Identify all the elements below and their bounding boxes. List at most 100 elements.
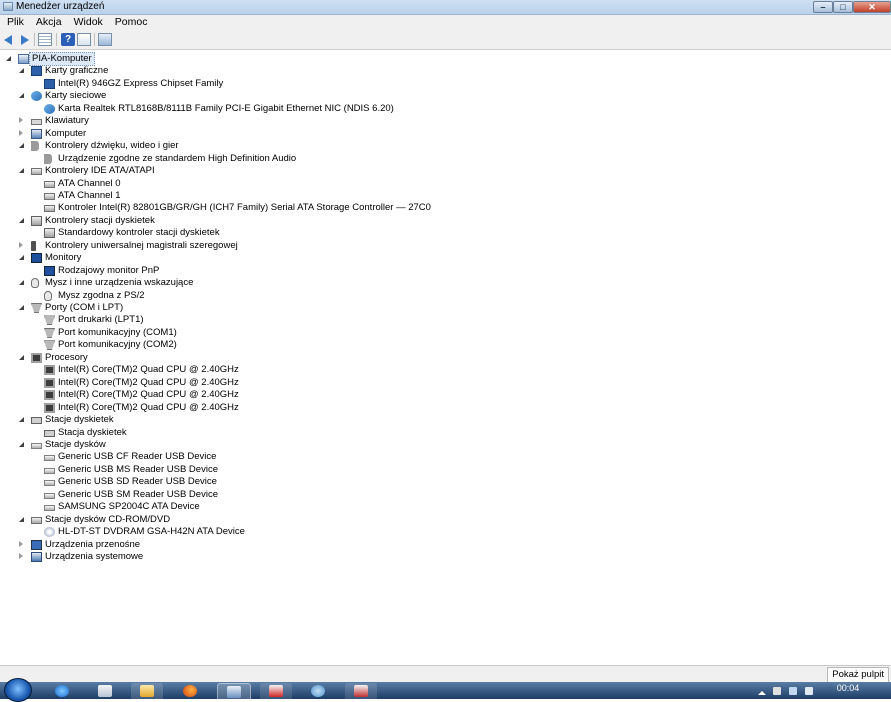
- properties-icon[interactable]: [77, 33, 91, 46]
- help-icon[interactable]: ?: [61, 33, 75, 46]
- collapsed-chevron-icon[interactable]: [19, 540, 23, 547]
- network-tray-icon[interactable]: [773, 687, 781, 695]
- scan-hardware-icon[interactable]: [98, 33, 112, 46]
- device-manager-icon[interactable]: [217, 683, 251, 701]
- menu-widok[interactable]: Widok: [67, 15, 108, 30]
- app-icon[interactable]: [345, 683, 377, 699]
- tree-item-frequency: @ 2.40GHz: [189, 376, 239, 388]
- expanded-chevron-icon[interactable]: [19, 93, 24, 99]
- tree-item-label: Kontrolery stacji dyskietek: [45, 214, 155, 226]
- collapsed-chevron-icon[interactable]: [19, 129, 23, 136]
- show-hide-console-tree-icon[interactable]: [38, 33, 52, 46]
- maximize-button[interactable]: □: [833, 1, 853, 13]
- show-hidden-icons-icon[interactable]: [758, 687, 766, 695]
- expanded-chevron-icon[interactable]: [19, 354, 24, 360]
- tree-item-label: Generic USB CF Reader USB Device: [58, 451, 217, 463]
- expanded-chevron-icon[interactable]: [19, 217, 24, 223]
- tree-item-label: Standardowy kontroler stacji dyskietek: [58, 227, 220, 239]
- tree-item-label: Komputer: [45, 127, 87, 139]
- ide-controller-icon: [44, 180, 55, 188]
- expanded-chevron-icon[interactable]: [19, 305, 24, 310]
- network-adapter-icon: [31, 91, 42, 102]
- processor-icon: [44, 390, 55, 401]
- floppy-controller-icon: [44, 228, 55, 239]
- menu-akcja[interactable]: Akcja: [29, 15, 67, 30]
- minimize-button[interactable]: –: [813, 1, 833, 13]
- paint-icon[interactable]: [260, 683, 292, 699]
- tree-item-label: Port drukarki (LPT1): [58, 314, 144, 326]
- port-icon: [31, 303, 42, 313]
- processor-icon: [44, 402, 55, 413]
- clock-time: 00:04: [836, 683, 860, 693]
- computer-icon: [31, 128, 42, 139]
- collapsed-chevron-icon[interactable]: [19, 553, 23, 559]
- show-desktop-button[interactable]: Pokaż pulpit: [827, 667, 889, 683]
- display-adapter-icon: [44, 78, 55, 89]
- tree-item-label: Intel(R) Core(TM)2 Quad CPU: [58, 364, 187, 376]
- tree-item-label: Kontrolery uniwersalnej magistrali szere…: [45, 239, 238, 251]
- network-adapter-icon: [44, 103, 55, 114]
- floppy-drive-icon: [31, 417, 42, 425]
- menu-plik[interactable]: Plik: [0, 15, 29, 30]
- tree-item-label: SAMSUNG SP2004C ATA Device: [58, 501, 200, 513]
- forward-arrow-icon[interactable]: [18, 33, 32, 46]
- expanded-chevron-icon[interactable]: [6, 56, 11, 61]
- expanded-chevron-icon[interactable]: [19, 255, 24, 261]
- volume-tray-icon[interactable]: [789, 687, 797, 695]
- control-panel-icon[interactable]: [302, 683, 334, 699]
- tree-item-label: Intel(R) Core(TM)2 Quad CPU: [58, 389, 187, 401]
- expanded-chevron-icon[interactable]: [19, 280, 24, 286]
- expanded-chevron-icon[interactable]: [19, 143, 24, 149]
- expanded-chevron-icon[interactable]: [19, 168, 24, 174]
- port-icon: [44, 340, 55, 351]
- portable-device-icon: [31, 539, 42, 550]
- tree-item-label: Mysz i inne urządzenia wskazujące: [45, 277, 194, 289]
- collapsed-chevron-icon[interactable]: [19, 241, 23, 248]
- collapsed-chevron-icon[interactable]: [19, 117, 23, 124]
- tree-item-label: Mysz zgodna z PS/2: [58, 289, 145, 301]
- cdrom-drive-icon: [31, 516, 42, 524]
- tree-item-label: Kontroler Intel(R) 82801GB/GR/GH (ICH7 F…: [58, 202, 431, 214]
- toolbar-separator: [56, 33, 57, 46]
- internet-explorer-icon[interactable]: [46, 683, 78, 699]
- tree-item-label: Klawiatury: [45, 115, 89, 127]
- menu-bar: Plik Akcja Widok Pomoc: [0, 15, 891, 30]
- tree-item-label: Generic USB SD Reader USB Device: [58, 476, 217, 488]
- disk-drive-icon: [44, 505, 55, 512]
- expanded-chevron-icon[interactable]: [19, 417, 24, 423]
- tree-item-label: Urządzenia systemowe: [45, 551, 144, 562]
- tree-item-label: Karty sieciowe: [45, 90, 107, 102]
- windows-explorer-icon[interactable]: [89, 683, 121, 699]
- close-button[interactable]: ✕: [853, 1, 891, 13]
- folder-icon[interactable]: [131, 683, 163, 699]
- monitor-icon: [44, 265, 55, 276]
- window-title: Menedżer urządzeń: [16, 1, 105, 12]
- clock[interactable]: 00:04: [826, 683, 870, 693]
- tree-item-label: Generic USB SM Reader USB Device: [58, 488, 218, 500]
- monitor-icon: [31, 253, 42, 264]
- tree-item-label: Stacje dyskietek: [45, 414, 114, 426]
- taskbar: 00:04: [0, 678, 891, 702]
- ide-controller-icon: [44, 205, 55, 213]
- disk-drive-icon: [44, 492, 55, 499]
- device-manager-icon: [3, 2, 13, 11]
- menu-pomoc[interactable]: Pomoc: [108, 15, 153, 30]
- firefox-icon[interactable]: [174, 683, 206, 699]
- tree-item-label: Stacja dyskietek: [58, 426, 127, 438]
- disk-drive-icon: [44, 480, 55, 487]
- action-center-tray-icon[interactable]: [805, 687, 813, 695]
- title-bar[interactable]: Menedżer urządzeń – □ ✕: [0, 0, 891, 15]
- start-orb-icon[interactable]: [4, 678, 32, 702]
- expanded-chevron-icon[interactable]: [19, 516, 24, 522]
- back-arrow-icon[interactable]: [3, 33, 17, 46]
- dvd-drive-icon: [44, 527, 55, 538]
- expanded-chevron-icon[interactable]: [19, 441, 24, 447]
- mouse-icon: [44, 290, 52, 301]
- processor-icon: [44, 377, 55, 388]
- tree-item-label: Stacje dysków: [45, 438, 106, 450]
- tree-item-label: Kontrolery dźwięku, wideo i gier: [45, 140, 179, 152]
- tree-item-label: Urządzenie zgodne ze standardem High Def…: [58, 152, 297, 164]
- expanded-chevron-icon[interactable]: [19, 68, 24, 74]
- device-tree[interactable]: PIA-Komputer Karty graficzne Intel(R) 946G…: [0, 50, 891, 665]
- tree-item-label: Kontrolery IDE ATA/ATAPI: [45, 165, 155, 177]
